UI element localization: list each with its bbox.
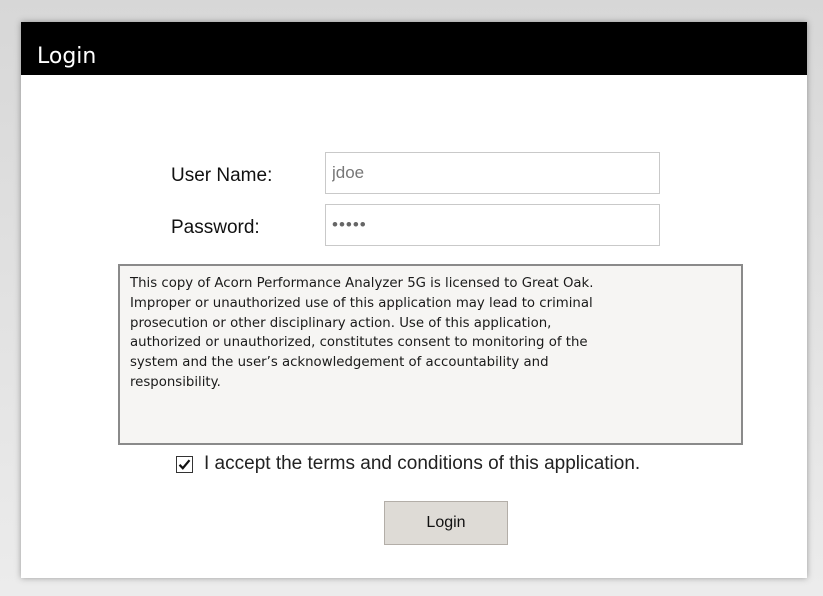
dialog-title: Login [37,44,97,69]
password-label: Password: [171,217,260,238]
checkmark-icon [178,458,191,470]
username-input[interactable] [325,152,660,194]
username-label: User Name: [171,165,273,186]
license-notice: This copy of Acorn Performance Analyzer … [118,264,743,445]
dialog-titlebar: Login [21,22,807,75]
window-frame: Login User Name: Password: This copy of … [0,0,823,596]
login-button[interactable]: Login [384,501,508,545]
accept-terms-checkbox[interactable] [176,455,193,473]
login-dialog: Login User Name: Password: This copy of … [21,22,807,578]
accept-terms-row: I accept the terms and conditions of thi… [176,452,640,476]
password-input[interactable] [325,204,660,246]
accept-terms-label[interactable]: I accept the terms and conditions of thi… [204,453,640,475]
